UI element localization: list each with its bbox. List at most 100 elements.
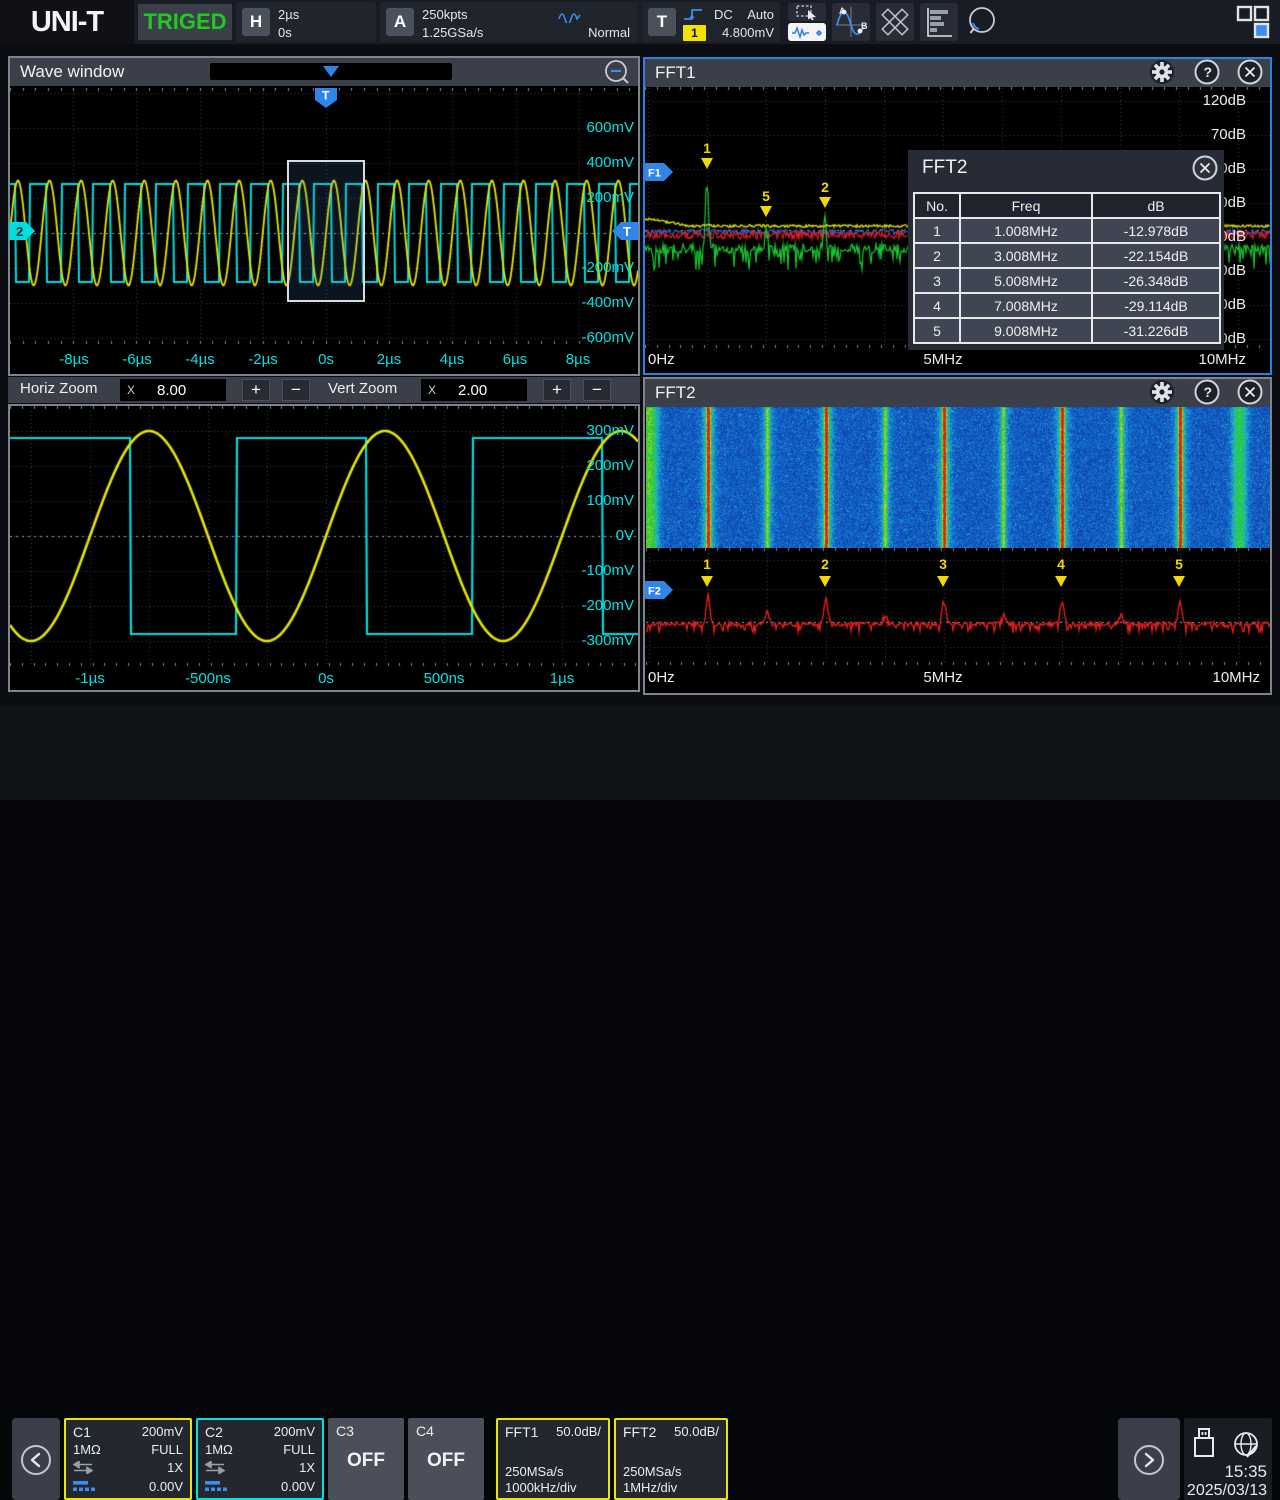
freq-axis-label: 10MHz — [1176, 351, 1246, 368]
gear-icon[interactable] — [1149, 379, 1175, 405]
horizontal-key[interactable]: H — [242, 8, 270, 36]
channel3-tile[interactable]: C3 OFF — [328, 1418, 404, 1500]
zoom-controls-bar: Horiz Zoom X 8.00 + − Vert Zoom X 2.00 +… — [8, 377, 640, 403]
table-header-row: No. Freq dB — [914, 193, 1220, 218]
channel-impedance: 1MΩ — [73, 1442, 101, 1457]
coupling-icon — [205, 1461, 225, 1474]
fft-scale: 50.0dB/ — [556, 1424, 601, 1439]
fft2-spectrogram-canvas[interactable] — [646, 407, 1270, 548]
acquire-key[interactable]: A — [386, 8, 414, 36]
trigger-position-flag[interactable]: T — [315, 88, 337, 108]
channel2-level-marker[interactable]: 2 — [9, 222, 35, 240]
freq-axis-label: 10MHz — [1190, 669, 1260, 686]
channel-state: OFF — [408, 1450, 484, 1472]
peak-marker-number: 3 — [928, 556, 958, 572]
gear-icon[interactable] — [1149, 59, 1175, 85]
zoom-out-icon[interactable] — [604, 59, 632, 87]
top-status-bar: UNI-T TRIGED H 2µs 0s A 250kpts 1.25GSa/… — [0, 0, 1280, 44]
zoom-region-box[interactable] — [287, 160, 365, 302]
fft-name: FFT1 — [505, 1424, 538, 1440]
peak-marker-triangle — [819, 197, 831, 208]
trigger-key[interactable]: T — [648, 8, 676, 36]
svg-text:F2: F2 — [648, 586, 661, 598]
channel4-tile[interactable]: C4 OFF — [408, 1418, 484, 1500]
fft1-title: FFT1 — [655, 63, 696, 83]
horiz-zoom-value-box[interactable]: X 8.00 — [120, 379, 226, 401]
channel-state: OFF — [328, 1450, 404, 1472]
trigger-menu-block[interactable]: T 1 DC Auto 4.800mV — [642, 2, 780, 42]
scroll-right-button[interactable] — [1118, 1418, 1180, 1500]
cell-db: -12.978dB — [1092, 218, 1220, 243]
fft1-source-marker[interactable]: F1 — [645, 163, 675, 181]
svg-text:A: A — [839, 6, 846, 16]
channel-scale: 200mV — [274, 1424, 315, 1439]
x-axis-label: -2µs — [228, 351, 298, 368]
y-axis-label: -100mV — [564, 562, 634, 579]
acquire-wave-icon — [558, 8, 582, 23]
vert-zoom-minus-button[interactable]: − — [583, 379, 611, 401]
cursor-measure-button[interactable]: A B — [832, 3, 870, 41]
peak-marker-triangle — [1173, 576, 1185, 587]
peak-marker-number: 2 — [810, 556, 840, 572]
cursor-select-button[interactable] — [788, 3, 826, 21]
help-icon[interactable]: ? — [1194, 379, 1220, 405]
measure-tools-button[interactable] — [876, 3, 914, 41]
y-axis-label: -300mV — [564, 632, 634, 649]
close-icon[interactable] — [1237, 379, 1263, 405]
svg-text:?: ? — [1204, 384, 1213, 400]
vert-zoom-plus-button[interactable]: + — [543, 379, 571, 401]
cell-freq: 1.008MHz — [960, 218, 1092, 243]
horiz-zoom-minus-button[interactable]: − — [282, 379, 310, 401]
zoom-plot-canvas[interactable] — [10, 406, 638, 690]
fft1-tile[interactable]: FFT1 50.0dB/ 250MSa/s 1000kHz/div — [496, 1418, 610, 1500]
trigger-level-marker[interactable]: T — [612, 222, 638, 240]
x-axis-label: -500ns — [173, 670, 243, 687]
col-header-db: dB — [1092, 193, 1220, 218]
fft-sample-rate: 250MSa/s — [623, 1464, 682, 1479]
channel-name: C3 — [336, 1423, 354, 1439]
peak-marker-number: 1 — [692, 556, 722, 572]
statistics-button[interactable] — [920, 3, 958, 41]
x-axis-label: -8µs — [39, 351, 109, 368]
peak-marker-triangle — [937, 576, 949, 587]
histogram-icon — [923, 6, 955, 38]
close-icon[interactable] — [1192, 155, 1218, 181]
horiz-zoom-plus-button[interactable]: + — [242, 379, 270, 401]
search-button[interactable] — [964, 3, 1002, 41]
table-row: 4 7.008MHz -29.114dB — [914, 293, 1220, 318]
position-indicator-triangle[interactable] — [323, 66, 339, 77]
scroll-left-button[interactable] — [12, 1418, 60, 1500]
channel-probe: 1X — [167, 1460, 183, 1475]
close-icon[interactable] — [1237, 59, 1263, 85]
acquire-menu-block[interactable]: A 250kpts 1.25GSa/s Normal — [380, 2, 638, 42]
horizontal-position-bar[interactable] — [210, 63, 452, 80]
trigger-slope-icon — [682, 6, 708, 22]
rulers-icon — [878, 5, 912, 39]
bottom-channel-bar: C1 200mV 1MΩ FULL 1X 0.00V C2 200mV 1MΩ … — [0, 706, 1280, 800]
trigger-level-value: 4.800mV — [722, 25, 774, 40]
freq-axis-label: 5MHz — [908, 669, 978, 686]
channel-name: C1 — [73, 1424, 91, 1440]
x-axis-label: -1µs — [55, 670, 125, 687]
magnifier-icon — [965, 4, 1001, 40]
channel2-tile[interactable]: C2 200mV 1MΩ FULL 1X 0.00V — [196, 1418, 324, 1500]
fft2-source-marker[interactable]: F2 — [645, 581, 675, 599]
dc-offset-icon — [73, 1481, 95, 1492]
y-axis-label: 100mV — [564, 492, 634, 509]
vert-zoom-value-box[interactable]: X 2.00 — [421, 379, 527, 401]
help-icon[interactable]: ? — [1194, 59, 1220, 85]
channel1-tile[interactable]: C1 200mV 1MΩ FULL 1X 0.00V — [64, 1418, 192, 1500]
freq-axis-label: 5MHz — [908, 351, 978, 368]
window-layout-button[interactable] — [1234, 3, 1272, 41]
channel-probe: 1X — [299, 1460, 315, 1475]
channel-scale: 200mV — [142, 1424, 183, 1439]
wave-drag-button[interactable] — [788, 23, 826, 41]
fft2-tile[interactable]: FFT2 50.0dB/ 250MSa/s 1MHz/div — [614, 1418, 728, 1500]
channel-offset: 0.00V — [149, 1479, 183, 1494]
horiz-zoom-label: Horiz Zoom — [20, 380, 98, 397]
svg-text:T: T — [623, 224, 631, 239]
fft-name: FFT2 — [623, 1424, 656, 1440]
x-axis-label: 4µs — [417, 351, 487, 368]
peak-marker-number: 2 — [810, 179, 840, 195]
horizontal-menu-block[interactable]: H 2µs 0s — [236, 2, 376, 42]
